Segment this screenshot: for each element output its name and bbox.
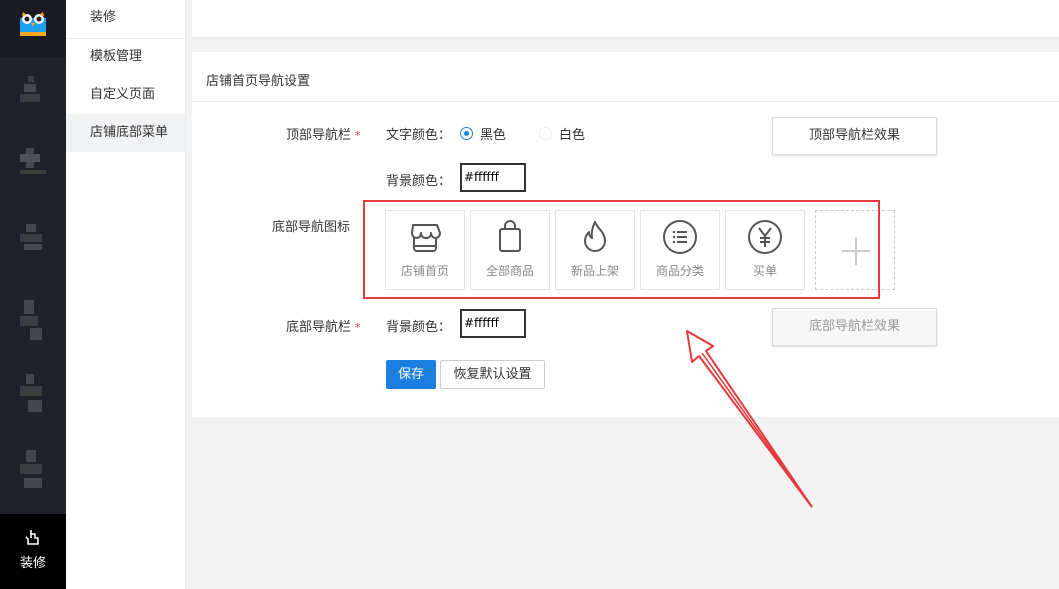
bag-icon [499,220,521,252]
top-nav-label: 顶部导航栏 * [286,124,361,143]
icon-card-new-arrivals[interactable]: 新品上架 [555,210,635,290]
radio-white-dot[interactable] [539,127,552,140]
app-window: 装修 装修 模板管理 自定义页面 店铺底部菜单 店铺首页导航设置 顶部导航栏 * … [0,0,1059,589]
hand-pointer-icon [25,530,39,545]
required-mark: * [355,129,361,142]
app-logo [0,0,66,57]
submenu-item-store-bottom-menu[interactable]: 店铺底部菜单 [66,114,185,152]
sub-menu: 装修 模板管理 自定义页面 店铺底部菜单 [66,0,186,589]
icon-card-all-products-label: 全部商品 [485,264,534,278]
nav-item-blurred-4[interactable] [20,300,46,340]
bottom-bg-color-label: 背景颜色： [386,320,452,335]
bottom-icons-label: 底部导航图标 [272,220,351,235]
nav-item-decorate-label: 装修 [19,556,46,571]
submenu-item-custom-page[interactable]: 自定义页面 [66,76,185,114]
text-color-label: 文字颜色： [386,128,452,143]
bottom-icons-list: 店铺首页 全部商品 新品上架 商品分类 买单 [385,210,810,290]
radio-black-dot[interactable] [460,127,473,140]
icon-card-all-products[interactable]: 全部商品 [470,210,550,290]
flame-icon [584,221,606,252]
submenu-section-title: 装修 [90,10,117,25]
top-bg-color-label: 背景颜色： [386,174,452,189]
radio-black[interactable]: 黑色 [460,124,506,143]
nav-item-blurred-2[interactable] [20,148,46,174]
bottom-nav-effect-button[interactable]: 底部导航栏效果 [772,308,937,346]
nav-item-blurred-3[interactable] [20,224,46,250]
yen-circle-icon [748,220,782,254]
icon-card-pay-label: 买单 [752,264,777,278]
radio-white-label: 白色 [559,128,586,143]
panel-divider [192,101,1059,102]
icon-card-store-home-label: 店铺首页 [400,264,449,278]
top-nav-effect-button[interactable]: 顶部导航栏效果 [772,117,937,155]
icon-card-new-arrivals-label: 新品上架 [570,264,619,278]
bottom-nav-label-text: 底部导航栏 [286,320,352,335]
required-mark-2: * [355,321,361,334]
nav-item-blurred-6[interactable] [20,450,46,490]
save-button[interactable]: 保存 [386,360,436,389]
panel-title: 店铺首页导航设置 [206,74,311,89]
icon-card-categories-label: 商品分类 [655,264,704,278]
submenu-item-template-management[interactable]: 模板管理 [66,38,185,76]
store-icon [411,224,441,252]
top-header-bar [192,0,1059,38]
icon-card-categories[interactable]: 商品分类 [640,210,720,290]
icon-card-pay[interactable]: 买单 [725,210,805,290]
nav-item-blurred-1[interactable] [20,76,46,102]
icon-card-store-home[interactable]: 店铺首页 [385,210,465,290]
bottom-nav-label: 底部导航栏 * [286,316,361,335]
nav-item-decorate[interactable]: 装修 [0,514,66,589]
reset-default-button[interactable]: 恢复默认设置 [440,360,545,389]
top-nav-label-text: 顶部导航栏 [286,128,352,143]
radio-white[interactable]: 白色 [539,124,585,143]
bottom-bg-color-input[interactable]: #ffffff [460,309,526,338]
list-circle-icon [663,220,697,254]
main-nav-rail: 装修 [0,0,66,589]
radio-black-label: 黑色 [480,128,507,143]
nav-item-blurred-5[interactable] [20,374,46,414]
top-bg-color-input[interactable]: #ffffff [460,163,526,192]
add-icon-button[interactable] [815,210,895,290]
